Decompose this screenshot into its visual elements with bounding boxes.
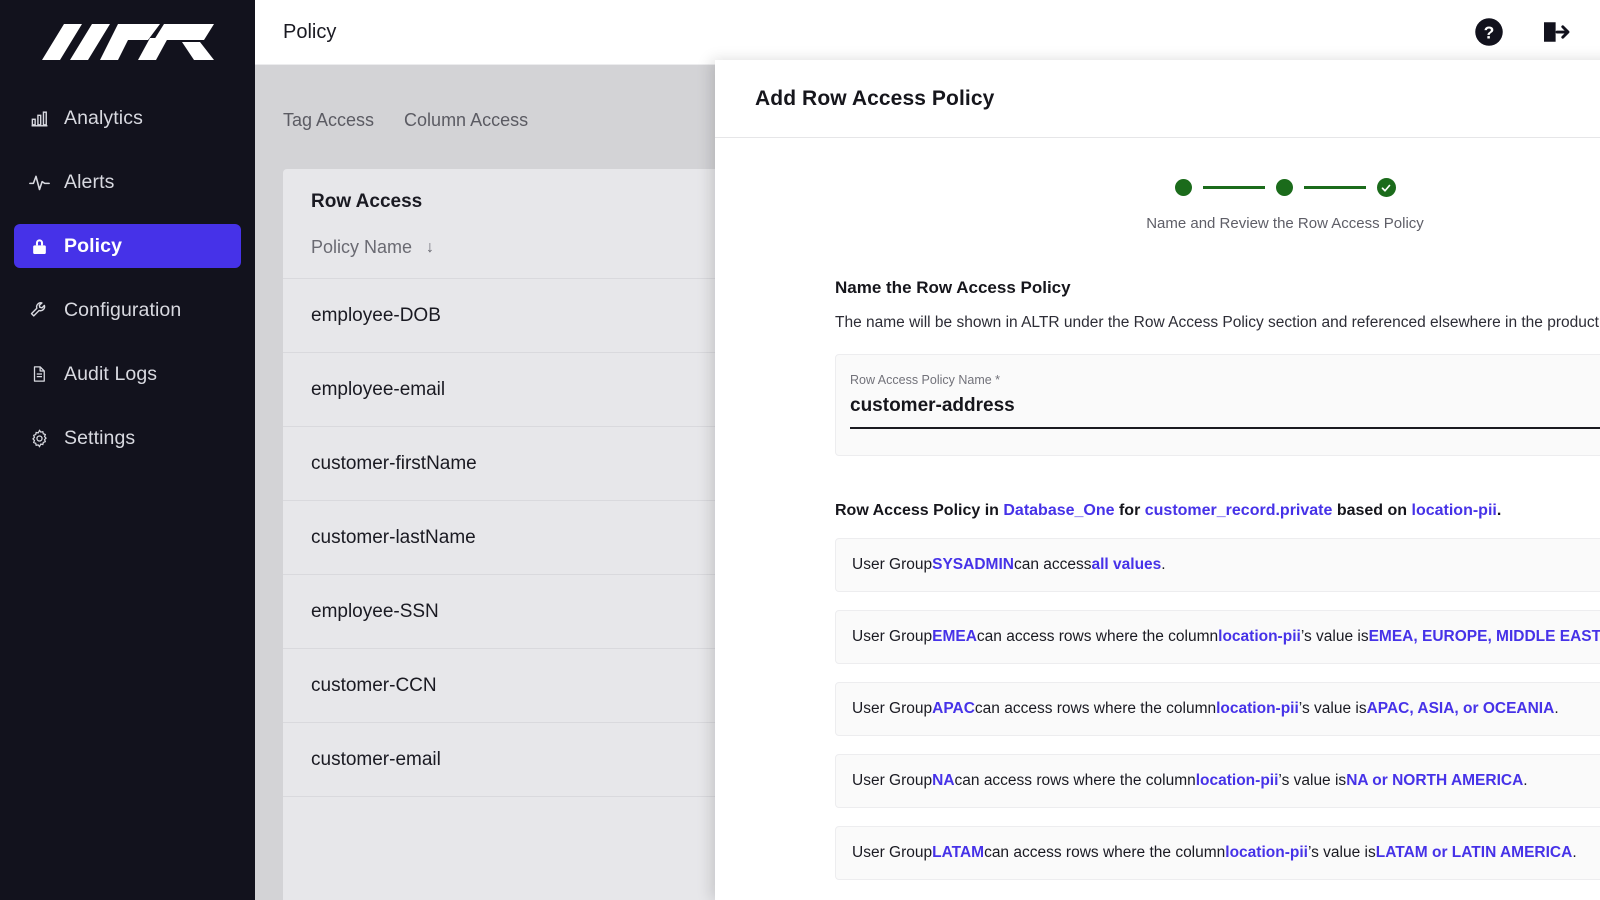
rule-text-1: User Group [852,556,932,574]
tab-tag-access[interactable]: Tag Access [283,110,374,131]
summary-table-link[interactable]: customer_record.private [1145,502,1333,519]
topbar-actions: ? [1472,15,1572,49]
rule-user-group: LATAM [932,844,984,862]
modal-title: Add Row Access Policy [755,87,994,111]
column-header-policy-name: Policy Name [311,237,412,258]
rule-values: all values [1092,556,1162,574]
summary-mid-2: based on [1332,502,1411,519]
rule-values: EMEA, EUROPE, MIDDLE EAST, or AFRICA [1369,628,1600,646]
sidebar-item-label: Analytics [64,107,143,130]
rule-text-1: User Group [852,700,932,718]
logout-icon[interactable] [1538,15,1572,49]
summary-mid-1: for [1115,502,1145,519]
tab-column-access[interactable]: Column Access [404,110,528,131]
policy-name-field-wrapper: Row Access Policy Name * [835,354,1600,456]
rule-text-4: . [1554,700,1558,718]
sidebar-item-configuration[interactable]: Configuration [14,288,241,332]
rule-values: APAC, ASIA, or OCEANIA [1367,700,1555,718]
bar-chart-icon [28,107,50,129]
document-icon [28,363,50,385]
main-area: Policy ? Tag Access [255,0,1600,900]
rule-user-group: EMEA [932,628,977,646]
rule-text-4: . [1572,844,1576,862]
sidebar-item-settings[interactable]: Settings [14,416,241,460]
step-connector [1203,186,1265,189]
rule-text-1: User Group [852,772,932,790]
modal-header: Add Row Access Policy [715,60,1600,138]
sidebar-item-label: Policy [64,235,122,258]
rule-text-4: . [1523,772,1527,790]
name-section-description: The name will be shown in ALTR under the… [835,314,1600,332]
step-3-check-icon[interactable] [1377,178,1396,197]
page-title: Policy [283,21,336,44]
activity-icon [28,171,50,193]
rule-column: location-pii [1225,844,1308,862]
policy-rule-row: User Group LATAM can access rows where t… [835,826,1600,880]
rule-text-3: ’s value is [1308,844,1376,862]
sidebar-item-audit-logs[interactable]: Audit Logs [14,352,241,396]
policy-rule-row: User Group EMEA can access rows where th… [835,610,1600,664]
rule-text-2: can access [1014,556,1092,574]
rule-text-3: ’s value is [1299,700,1367,718]
modal-body: Name and Review the Row Access Policy Na… [715,138,1600,900]
rule-user-group: NA [932,772,954,790]
sidebar-item-label: Configuration [64,299,181,322]
rule-text-3: ’s value is [1278,772,1346,790]
rule-text-3: ’s value is [1301,628,1369,646]
app-root: Analytics Alerts Policy [0,0,1600,900]
stepper-label: Name and Review the Row Access Policy [715,215,1600,232]
rule-text-2: can access rows where the column [975,700,1216,718]
name-and-review-panel: Name the Row Access Policy The name will… [835,278,1600,880]
gear-icon [28,427,50,449]
sidebar: Analytics Alerts Policy [0,0,255,900]
rule-user-group: SYSADMIN [932,556,1014,574]
policy-name-label: Row Access Policy Name * [850,373,1600,387]
policy-name-input[interactable] [850,387,1600,429]
rule-text-2: can access rows where the column [977,628,1218,646]
sidebar-item-alerts[interactable]: Alerts [14,160,241,204]
step-2-complete-dot[interactable] [1276,179,1293,196]
summary-database-link[interactable]: Database_One [1003,502,1114,519]
wrench-icon [28,299,50,321]
policy-rule-row: User Group APAC can access rows where th… [835,682,1600,736]
policy-rule-row: User Group SYSADMIN can access all value… [835,538,1600,592]
sidebar-nav: Analytics Alerts Policy [0,96,255,480]
add-row-access-policy-modal: Add Row Access Policy [715,60,1600,900]
step-connector [1304,186,1366,189]
rule-column: location-pii [1196,772,1279,790]
rule-text-1: User Group [852,844,932,862]
rule-values: NA or NORTH AMERICA [1346,772,1523,790]
policy-rule-row: User Group NA can access rows where the … [835,754,1600,808]
help-circle-icon[interactable]: ? [1472,15,1506,49]
svg-text:?: ? [1484,23,1495,43]
rule-text-2: can access rows where the column [955,772,1196,790]
policy-summary-line: Row Access Policy in Database_One for cu… [835,502,1600,520]
wizard-stepper [715,178,1600,197]
sidebar-item-label: Alerts [64,171,114,194]
summary-prefix: Row Access Policy in [835,502,1003,519]
rule-text-3: . [1161,556,1165,574]
rule-column: location-pii [1218,628,1301,646]
rule-user-group: APAC [932,700,975,718]
lock-icon [28,235,50,257]
sidebar-item-policy[interactable]: Policy [14,224,241,268]
rule-values: LATAM or LATIN AMERICA [1376,844,1573,862]
step-1-complete-dot[interactable] [1175,179,1192,196]
rule-text-2: can access rows where the column [984,844,1225,862]
topbar: Policy ? [255,0,1600,65]
sidebar-item-label: Audit Logs [64,363,157,386]
rule-column: location-pii [1216,700,1299,718]
name-section-heading: Name the Row Access Policy [835,278,1600,298]
sidebar-item-label: Settings [64,427,135,450]
altr-logo [0,0,255,84]
sort-descending-icon: ↓ [426,239,434,257]
sidebar-item-analytics[interactable]: Analytics [14,96,241,140]
summary-column-link[interactable]: location-pii [1412,502,1497,519]
summary-suffix: . [1497,502,1501,519]
rule-text-1: User Group [852,628,932,646]
